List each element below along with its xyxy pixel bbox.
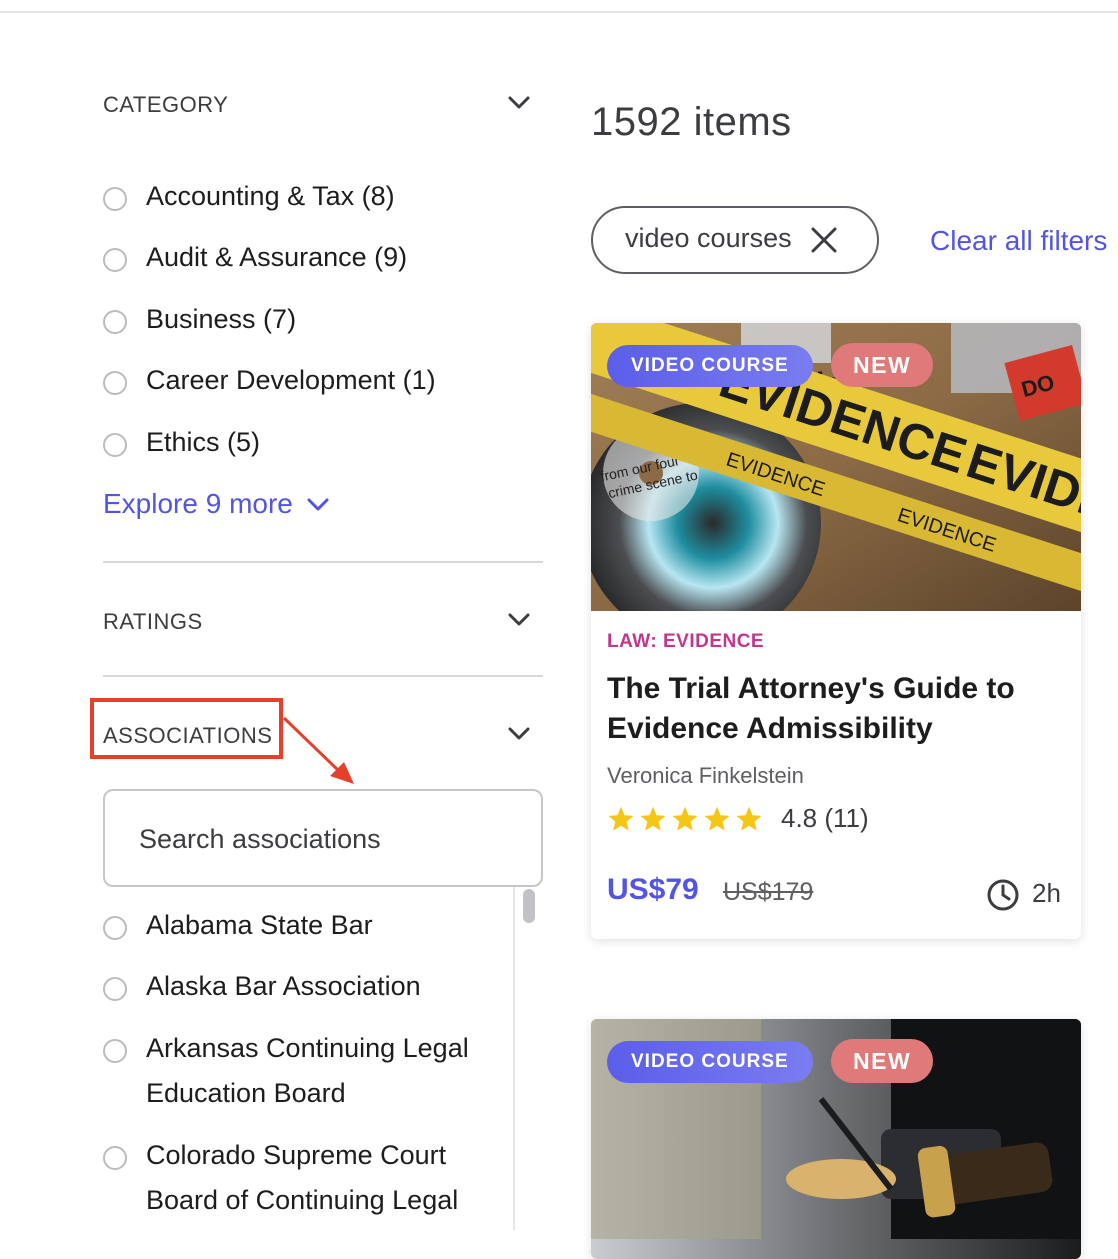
rating-value: 4.8 (11) <box>781 803 869 833</box>
associations-list[interactable]: Alabama State Bar Alaska Bar Association… <box>103 887 543 1230</box>
chip-label: video courses <box>625 223 792 253</box>
new-badge: NEW <box>831 1039 934 1083</box>
course-price: US$79 <box>607 873 699 906</box>
explore-more-link[interactable]: Explore 9 more <box>103 488 331 520</box>
course-author: Veronica Finkelstein <box>607 763 804 788</box>
option-label: Audit & Assurance (9) <box>146 242 408 272</box>
chevron-down-icon[interactable] <box>505 88 533 116</box>
annotation-highlight-box <box>90 698 283 759</box>
associations-search[interactable] <box>103 789 543 887</box>
course-thumbnail[interactable]: VIDEO COURSE NEW <box>591 1019 1081 1259</box>
radio-button[interactable] <box>103 916 127 940</box>
section-divider <box>103 561 543 563</box>
radio-button[interactable] <box>103 187 127 211</box>
option-label: Colorado Supreme Court <box>146 1140 447 1170</box>
radio-button[interactable] <box>103 1146 127 1170</box>
star-icon <box>736 806 762 831</box>
option-label: Alaska Bar Association <box>146 971 421 1001</box>
original-price: US$179 <box>723 878 814 906</box>
section-divider <box>103 675 543 677</box>
star-icon <box>672 806 698 831</box>
result-count: 1592 items <box>591 100 792 144</box>
scrollbar[interactable] <box>513 887 543 1230</box>
course-title[interactable]: The Trial Attorney's Guide to Evidence A… <box>607 669 1067 749</box>
star-icon <box>640 806 666 831</box>
scrollbar-thumb[interactable] <box>523 889 535 923</box>
close-icon[interactable] <box>809 225 839 255</box>
chevron-down-icon[interactable] <box>505 719 533 747</box>
radio-button[interactable] <box>103 977 127 1001</box>
course-category[interactable]: LAW: EVIDENCE <box>607 631 764 653</box>
radio-button[interactable] <box>103 371 127 395</box>
option-label: Alabama State Bar <box>146 910 373 940</box>
course-thumbnail[interactable]: DO is from our four crime scene to EVIDE… <box>591 323 1081 611</box>
clock-icon <box>987 879 1019 911</box>
chevron-down-icon <box>307 498 329 511</box>
radio-button[interactable] <box>103 433 127 457</box>
category-title: CATEGORY <box>103 92 229 117</box>
option-label: Arkansas Continuing Legal <box>146 1033 469 1063</box>
option-label: Career Development (1) <box>146 365 436 395</box>
clear-all-filters-link[interactable]: Clear all filters <box>930 225 1107 257</box>
category-header[interactable]: CATEGORY <box>103 82 543 122</box>
ratings-header[interactable]: RATINGS <box>103 599 543 639</box>
radio-button[interactable] <box>103 310 127 334</box>
course-duration: 2h <box>1032 878 1061 908</box>
new-badge: NEW <box>831 343 934 387</box>
radio-button[interactable] <box>103 248 127 272</box>
option-label: Ethics (5) <box>146 427 261 457</box>
option-label-line2: Board of Continuing Legal <box>146 1185 459 1215</box>
active-filter-chip[interactable]: video courses <box>591 206 879 274</box>
explore-more-label: Explore 9 more <box>103 488 293 519</box>
search-associations-input[interactable] <box>137 817 521 861</box>
radio-button[interactable] <box>103 1039 127 1063</box>
top-divider <box>0 11 1118 13</box>
course-card[interactable]: DO is from our four crime scene to EVIDE… <box>591 323 1081 939</box>
option-label: Accounting & Tax (8) <box>146 181 395 211</box>
course-card[interactable]: VIDEO COURSE NEW <box>591 1019 1081 1259</box>
ratings-title: RATINGS <box>103 609 203 634</box>
rating-row: 4.8 (11) <box>607 803 869 834</box>
option-label-line2: Education Board <box>146 1078 346 1108</box>
star-icon <box>608 806 634 831</box>
annotation-arrow-icon <box>282 716 354 784</box>
video-course-badge: VIDEO COURSE <box>607 345 813 387</box>
video-course-badge: VIDEO COURSE <box>607 1041 813 1083</box>
chevron-down-icon[interactable] <box>505 605 533 633</box>
star-icon <box>704 806 730 831</box>
option-label: Business (7) <box>146 304 297 334</box>
